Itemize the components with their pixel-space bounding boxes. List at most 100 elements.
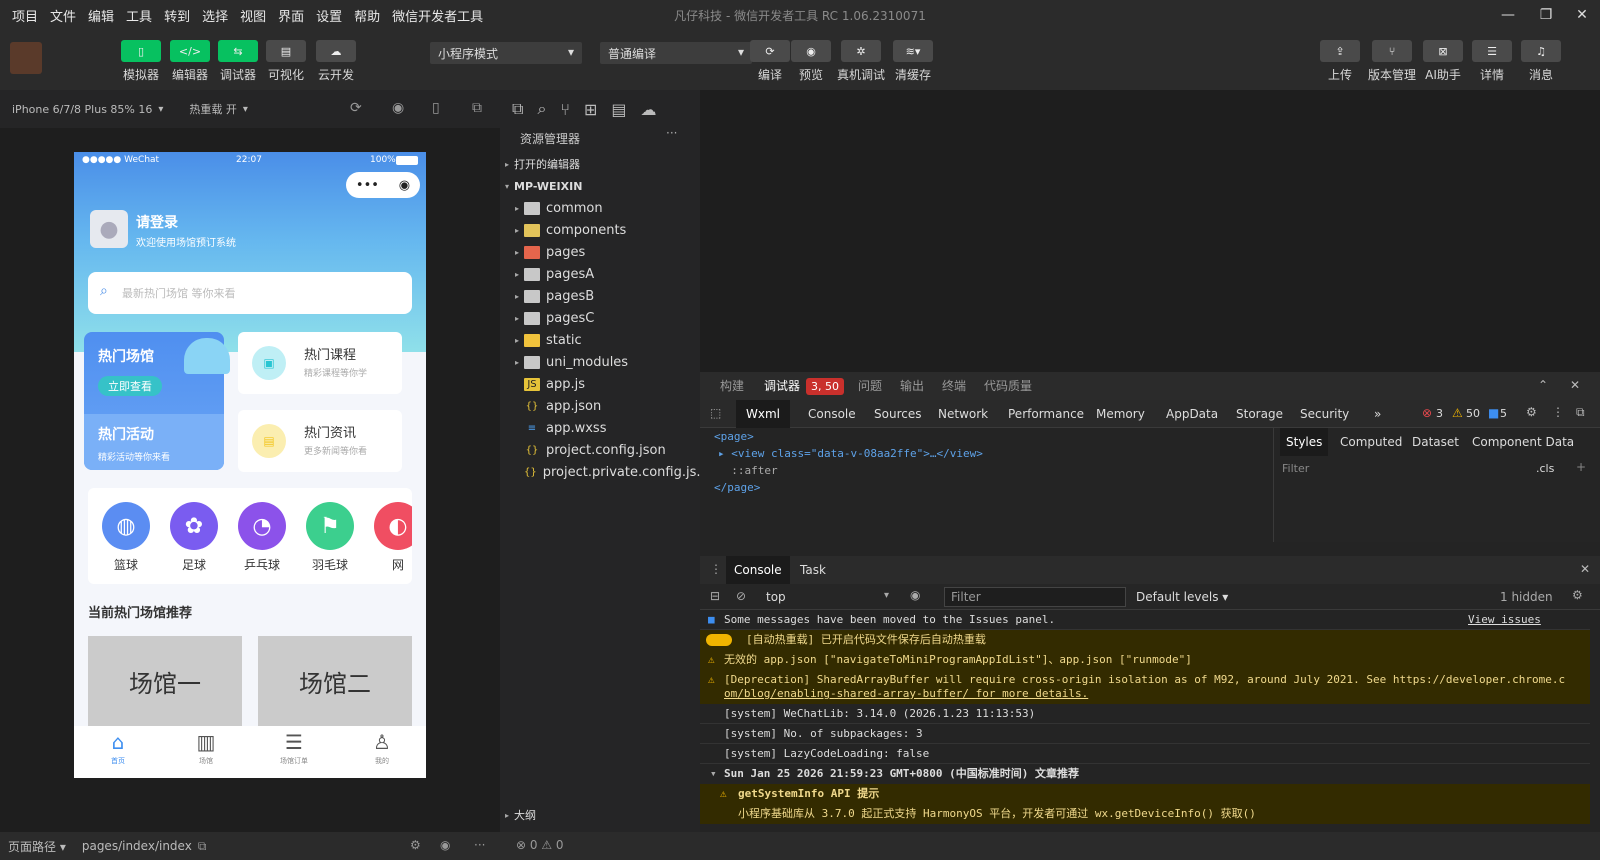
tree-folder-common[interactable]: ▸ common <box>500 197 700 219</box>
hot-activity-title[interactable]: 热门活动 <box>98 424 154 444</box>
tab-issues[interactable]: 问题 <box>858 372 882 400</box>
copy-icon[interactable]: ⧉ <box>198 839 207 854</box>
tab-terminal[interactable]: 终端 <box>942 372 966 400</box>
capsule-button[interactable]: ••• ◉ <box>346 172 420 198</box>
category-badminton[interactable]: ⚑ 羽毛球 <box>302 502 358 573</box>
open-editors-section[interactable]: ▸ 打开的编辑器 <box>500 153 700 175</box>
tab-network[interactable]: Network <box>938 400 988 428</box>
window-icon[interactable]: ⧉ <box>472 100 482 116</box>
storage-icon[interactable]: ▤ <box>611 100 626 119</box>
more-icon[interactable]: ··· <box>666 126 677 140</box>
tree-folder-uni-modules[interactable]: ▸ uni_modules <box>500 351 700 373</box>
gear-icon[interactable]: ⚙ <box>1572 588 1583 602</box>
category-pingpong[interactable]: ◔ 乒乓球 <box>234 502 290 573</box>
simulator-button[interactable]: ▯ 模拟器 <box>116 40 166 83</box>
phone-icon[interactable]: ▯ <box>432 100 440 116</box>
wxml-node[interactable]: </page> <box>714 481 760 494</box>
tab-code-quality[interactable]: 代码质量 <box>984 372 1032 400</box>
chevron-up-icon[interactable]: ⌃ <box>1538 378 1548 392</box>
hot-venue-card[interactable]: 热门场馆 立即查看 热门活动 精彩活动等你来看 <box>84 332 230 470</box>
menu-interface[interactable]: 界面 <box>272 6 310 25</box>
menu-settings[interactable]: 设置 <box>310 6 348 25</box>
preview-button[interactable]: ◉ 预览 <box>786 40 836 83</box>
problem-counts[interactable]: ⊗ 0 ⚠ 0 <box>516 838 564 852</box>
login-title[interactable]: 请登录 <box>136 212 178 232</box>
view-now-button[interactable]: 立即查看 <box>98 376 162 396</box>
wxml-node[interactable]: ::after <box>718 464 777 477</box>
tab-build[interactable]: 构建 <box>720 372 744 400</box>
tree-file-project-config[interactable]: {} project.config.json <box>500 439 700 461</box>
menu-wechat-devtools[interactable]: 微信开发者工具 <box>386 6 489 25</box>
venue-card[interactable]: 场馆一 <box>88 636 242 726</box>
eye-icon[interactable]: ◉ <box>440 838 450 852</box>
clear-console-icon[interactable]: ⊘ <box>736 589 746 603</box>
extensions-icon[interactable]: ⊞ <box>584 100 597 119</box>
ai-assistant-button[interactable]: ⊠ AI助手 <box>1418 40 1468 83</box>
add-icon[interactable]: + <box>1576 460 1586 474</box>
tab-orders[interactable]: ☰ 场馆订单 <box>250 730 338 766</box>
deprecation-link[interactable]: om/blog/enabling-shared-array-buffer/ fo… <box>724 687 1590 701</box>
maximize-button[interactable]: ❐ <box>1528 0 1564 30</box>
tab-console-drawer[interactable]: Console <box>726 556 790 584</box>
console-filter-input[interactable]: Filter <box>944 587 1126 607</box>
wxml-node[interactable]: ▸ <view class="data-v-08aa2ffe">…</view> <box>718 447 983 460</box>
menu-edit[interactable]: 编辑 <box>82 6 120 25</box>
tree-file-app-wxss[interactable]: ≡ app.wxss <box>500 417 700 439</box>
details-button[interactable]: ☰ 详情 <box>1467 40 1517 83</box>
styles-filter-input[interactable]: Filter <box>1282 462 1309 475</box>
cls-button[interactable]: .cls <box>1536 462 1554 475</box>
category-basketball[interactable]: ◍ 篮球 <box>98 502 154 573</box>
search-icon[interactable]: ⌕ <box>537 99 546 119</box>
project-section[interactable]: ▾ MP-WEIXIN <box>500 175 700 197</box>
tab-dataset[interactable]: Dataset <box>1412 428 1459 456</box>
mode-select[interactable]: 小程序模式 ▾ <box>430 42 582 64</box>
compile-select[interactable]: 普通编译 ▾ <box>600 42 752 64</box>
device-select[interactable]: iPhone 6/7/8 Plus 85% 16 <box>12 103 152 116</box>
tab-styles[interactable]: Styles <box>1280 428 1329 456</box>
tree-folder-pages[interactable]: ▸ pages <box>500 241 700 263</box>
hotreload-select[interactable]: 热重载 开 <box>189 101 237 117</box>
upload-button[interactable]: ⇪ 上传 <box>1315 40 1365 83</box>
tab-storage[interactable]: Storage <box>1236 400 1283 428</box>
search-input[interactable]: ⌕ 最新热门场馆 等你来看 <box>88 272 412 314</box>
settings-icon[interactable]: ⚙ <box>410 838 421 852</box>
menu-file[interactable]: 文件 <box>44 6 82 25</box>
tab-debugger[interactable]: 调试器 <box>764 372 800 400</box>
eye-icon[interactable]: ◉ <box>910 588 920 602</box>
venue-card[interactable]: 场馆二 <box>258 636 412 726</box>
category-football[interactable]: ✿ 足球 <box>166 502 222 573</box>
version-button[interactable]: ⑂ 版本管理 <box>1367 40 1417 83</box>
error-count[interactable]: 3 <box>1436 407 1443 420</box>
kebab-menu-icon[interactable]: ⋮ <box>710 562 722 576</box>
tab-memory[interactable]: Memory <box>1096 400 1145 428</box>
sidebar-toggle-icon[interactable]: ⊟ <box>710 589 720 603</box>
hot-news-card[interactable]: ▤ 热门资讯 更多新闻等你看 <box>238 410 402 472</box>
outline-section[interactable]: ▸ 大纲 <box>500 804 700 826</box>
more-icon[interactable]: ••• <box>356 178 379 193</box>
tab-console[interactable]: Console <box>808 400 856 428</box>
close-window-button[interactable]: ✕ <box>1564 0 1600 30</box>
context-select[interactable]: top <box>766 590 786 604</box>
visual-button[interactable]: ▤ 可视化 <box>261 40 311 83</box>
tree-folder-pagesc[interactable]: ▸ pagesC <box>500 307 700 329</box>
refresh-icon[interactable]: ⟳ <box>350 100 362 116</box>
tab-appdata[interactable]: AppData <box>1166 400 1218 428</box>
category-tennis[interactable]: ◐ 网 <box>370 502 412 573</box>
gear-icon[interactable]: ⚙ <box>1526 405 1537 419</box>
tree-folder-static[interactable]: ▸ static <box>500 329 700 351</box>
avatar[interactable] <box>10 42 42 74</box>
cloud-icon[interactable]: ☁ <box>641 100 657 119</box>
real-device-debug-button[interactable]: ✲ 真机调试 <box>836 40 886 83</box>
tree-folder-components[interactable]: ▸ components <box>500 219 700 241</box>
minimize-button[interactable]: — <box>1490 0 1526 30</box>
tab-component-data[interactable]: Component Data <box>1472 428 1574 456</box>
messages-button[interactable]: ♫ 消息 <box>1516 40 1566 83</box>
menu-help[interactable]: 帮助 <box>348 6 386 25</box>
files-icon[interactable]: ⧉ <box>512 99 523 119</box>
stop-icon[interactable]: ◉ <box>392 100 404 116</box>
tree-file-app-json[interactable]: {} app.json <box>500 395 700 417</box>
default-levels-select[interactable]: Default levels ▾ <box>1136 590 1228 604</box>
hot-course-card[interactable]: ▣ 热门课程 精彩课程等你学 <box>238 332 402 394</box>
avatar-icon[interactable]: ● <box>90 210 128 248</box>
clear-cache-button[interactable]: ≋▾ 清缓存 <box>888 40 938 83</box>
